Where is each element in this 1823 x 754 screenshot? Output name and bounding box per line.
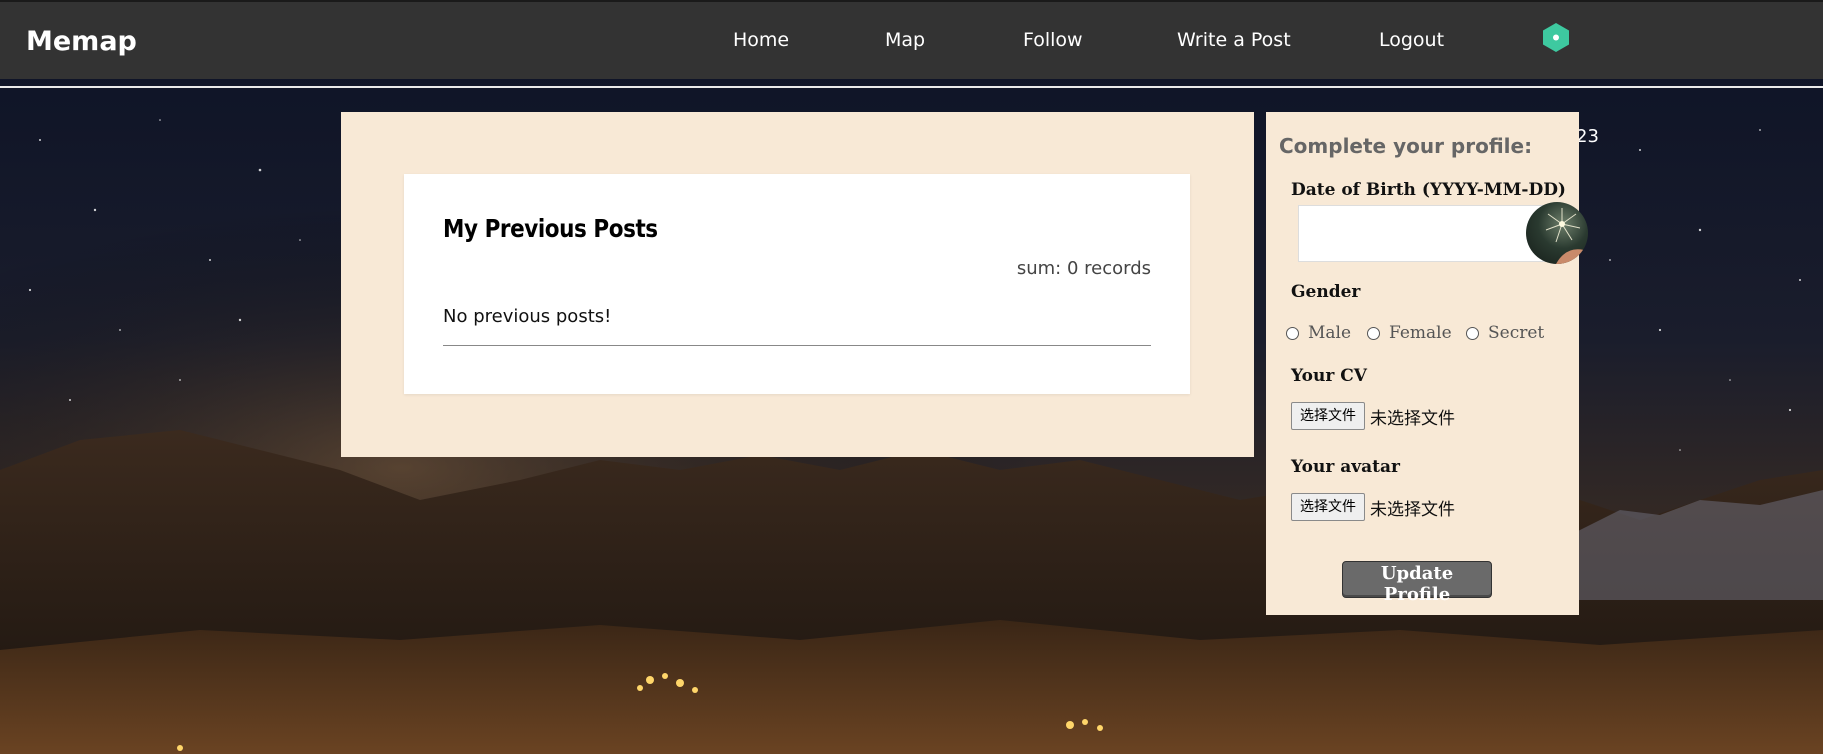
radio-male-label: Male — [1308, 323, 1352, 343]
gender-label: Gender — [1291, 282, 1361, 302]
posts-record-count: sum: 0 records — [1016, 258, 1151, 279]
radio-secret-label: Secret — [1488, 323, 1545, 343]
posts-heading: My Previous Posts — [443, 214, 658, 243]
dob-label: Date of Birth (YYYY-MM-DD) — [1291, 180, 1566, 200]
radio-female[interactable] — [1367, 326, 1380, 340]
profile-heading: Complete your profile: — [1279, 134, 1533, 158]
posts-panel: My Previous Posts sum: 0 records No prev… — [341, 112, 1254, 457]
navbar-divider — [0, 86, 1823, 88]
nav-write-a-post[interactable]: Write a Post — [1177, 29, 1291, 51]
cv-label: Your CV — [1291, 366, 1367, 386]
avatar-label: Your avatar — [1291, 457, 1400, 477]
radio-male[interactable] — [1286, 326, 1299, 340]
gender-option-secret[interactable]: Secret — [1466, 323, 1544, 343]
gender-radio-group: Male Female Secret — [1286, 323, 1576, 349]
cv-file-status: 未选择文件 — [1370, 408, 1455, 429]
avatar[interactable] — [1526, 202, 1588, 264]
radio-secret[interactable] — [1466, 326, 1479, 340]
nav-home[interactable]: Home — [733, 29, 789, 51]
avatar-file-picker: 选择文件 未选择文件 — [1291, 493, 1455, 521]
cv-choose-file-button[interactable]: 选择文件 — [1291, 402, 1365, 430]
posts-divider — [443, 345, 1151, 346]
gender-option-female[interactable]: Female — [1367, 323, 1452, 343]
update-profile-button[interactable]: Update Profile — [1342, 561, 1492, 605]
posts-empty-message: No previous posts! — [443, 306, 612, 327]
side-counter: 23 — [1576, 126, 1599, 147]
nav-follow[interactable]: Follow — [1023, 29, 1083, 51]
hexagon-logo-icon[interactable] — [1540, 22, 1572, 53]
top-navbar: Memap Home Map Follow Write a Post Logou… — [0, 0, 1823, 79]
radio-female-label: Female — [1389, 323, 1452, 343]
cv-file-picker: 选择文件 未选择文件 — [1291, 402, 1455, 430]
avatar-sparkler-image — [1545, 208, 1588, 264]
gender-option-male[interactable]: Male — [1286, 323, 1351, 343]
profile-form: Complete your profile: Date of Birth (YY… — [1266, 112, 1579, 615]
nav-logout[interactable]: Logout — [1379, 29, 1444, 51]
nav-map[interactable]: Map — [885, 29, 925, 51]
avatar-file-status: 未选择文件 — [1370, 499, 1455, 520]
avatar-choose-file-button[interactable]: 选择文件 — [1291, 493, 1365, 521]
previous-posts-card: My Previous Posts sum: 0 records No prev… — [404, 174, 1190, 394]
